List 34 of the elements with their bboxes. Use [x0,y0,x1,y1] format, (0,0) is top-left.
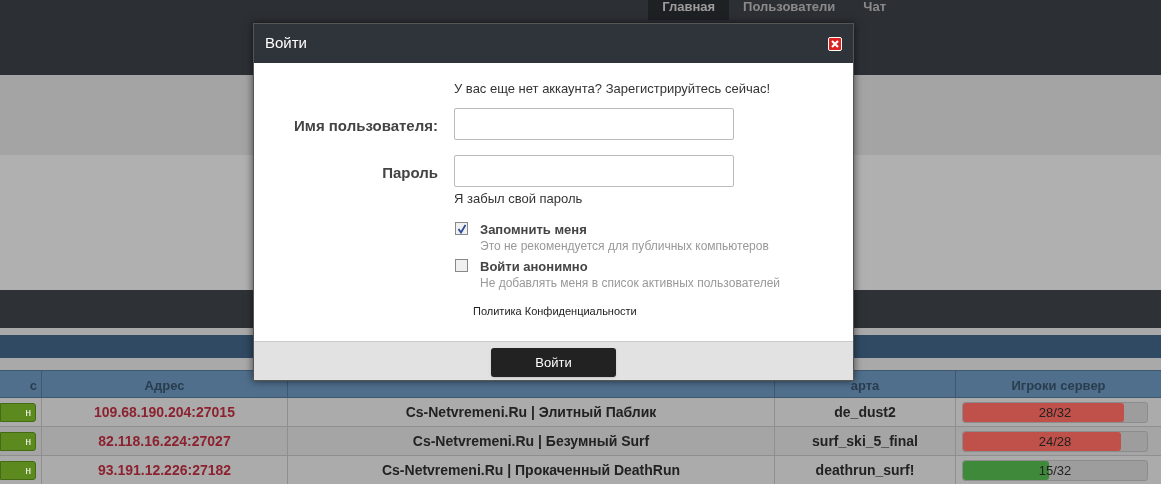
nav-tab[interactable]: Пользователи [729,0,850,20]
checkbox-hint: Не добавлять меня в список активных пользователей [480,275,781,292]
checkbox-hint: Это не рекомендуется для публичных компьютеров [480,238,769,255]
nav-tab[interactable]: Главная [648,0,730,20]
forgot-password-link[interactable]: Я забыл свой пароль [454,189,583,209]
privacy-link[interactable]: Политика Конфиденциальности [473,303,637,320]
column-header: арта [850,378,880,394]
server-name: Cs-Netvremeni.Ru | Элитный Паблик [405,402,657,422]
field-label: Имя пользователя: [294,116,438,136]
checkbox[interactable] [455,259,468,272]
column-header: Адрес [144,378,185,394]
player-count: 28/32 [1037,403,1073,422]
register-text[interactable]: У вас еще нет аккаунта? Зарегистрируйтесь сейчас! [454,79,771,99]
map-name: surf_ski_5_final [812,431,918,451]
checkbox-label: Запомнить меня [480,221,587,239]
username-field[interactable] [454,108,734,140]
column-header: с [29,378,37,394]
checkbox-label: Войти анонимно [480,258,588,276]
server-address: 82.118.16.224:27027 [98,431,231,451]
map-name: de_dust2 [834,402,896,422]
login-button[interactable]: Войти [491,348,616,377]
server-address: 109.68.190.204:27015 [94,402,235,422]
server-name: Cs-Netvremeni.Ru | Прокаченный DeathRun [381,460,681,480]
player-count: 24/28 [1037,432,1073,451]
map-name: deathrun_surf! [815,460,915,480]
checkbox[interactable] [455,222,468,235]
nav-tab[interactable]: Чат [849,0,900,20]
server-name: Cs-Netvremeni.Ru | Безумный Surf [412,431,650,451]
password-field[interactable] [454,155,734,187]
close-icon[interactable] [828,36,842,51]
column-header: Игроки сервер [1011,378,1106,394]
server-address: 93.191.12.226:27182 [97,460,232,480]
dialog-title: Войти [265,33,307,54]
field-label: Пароль [382,163,438,183]
